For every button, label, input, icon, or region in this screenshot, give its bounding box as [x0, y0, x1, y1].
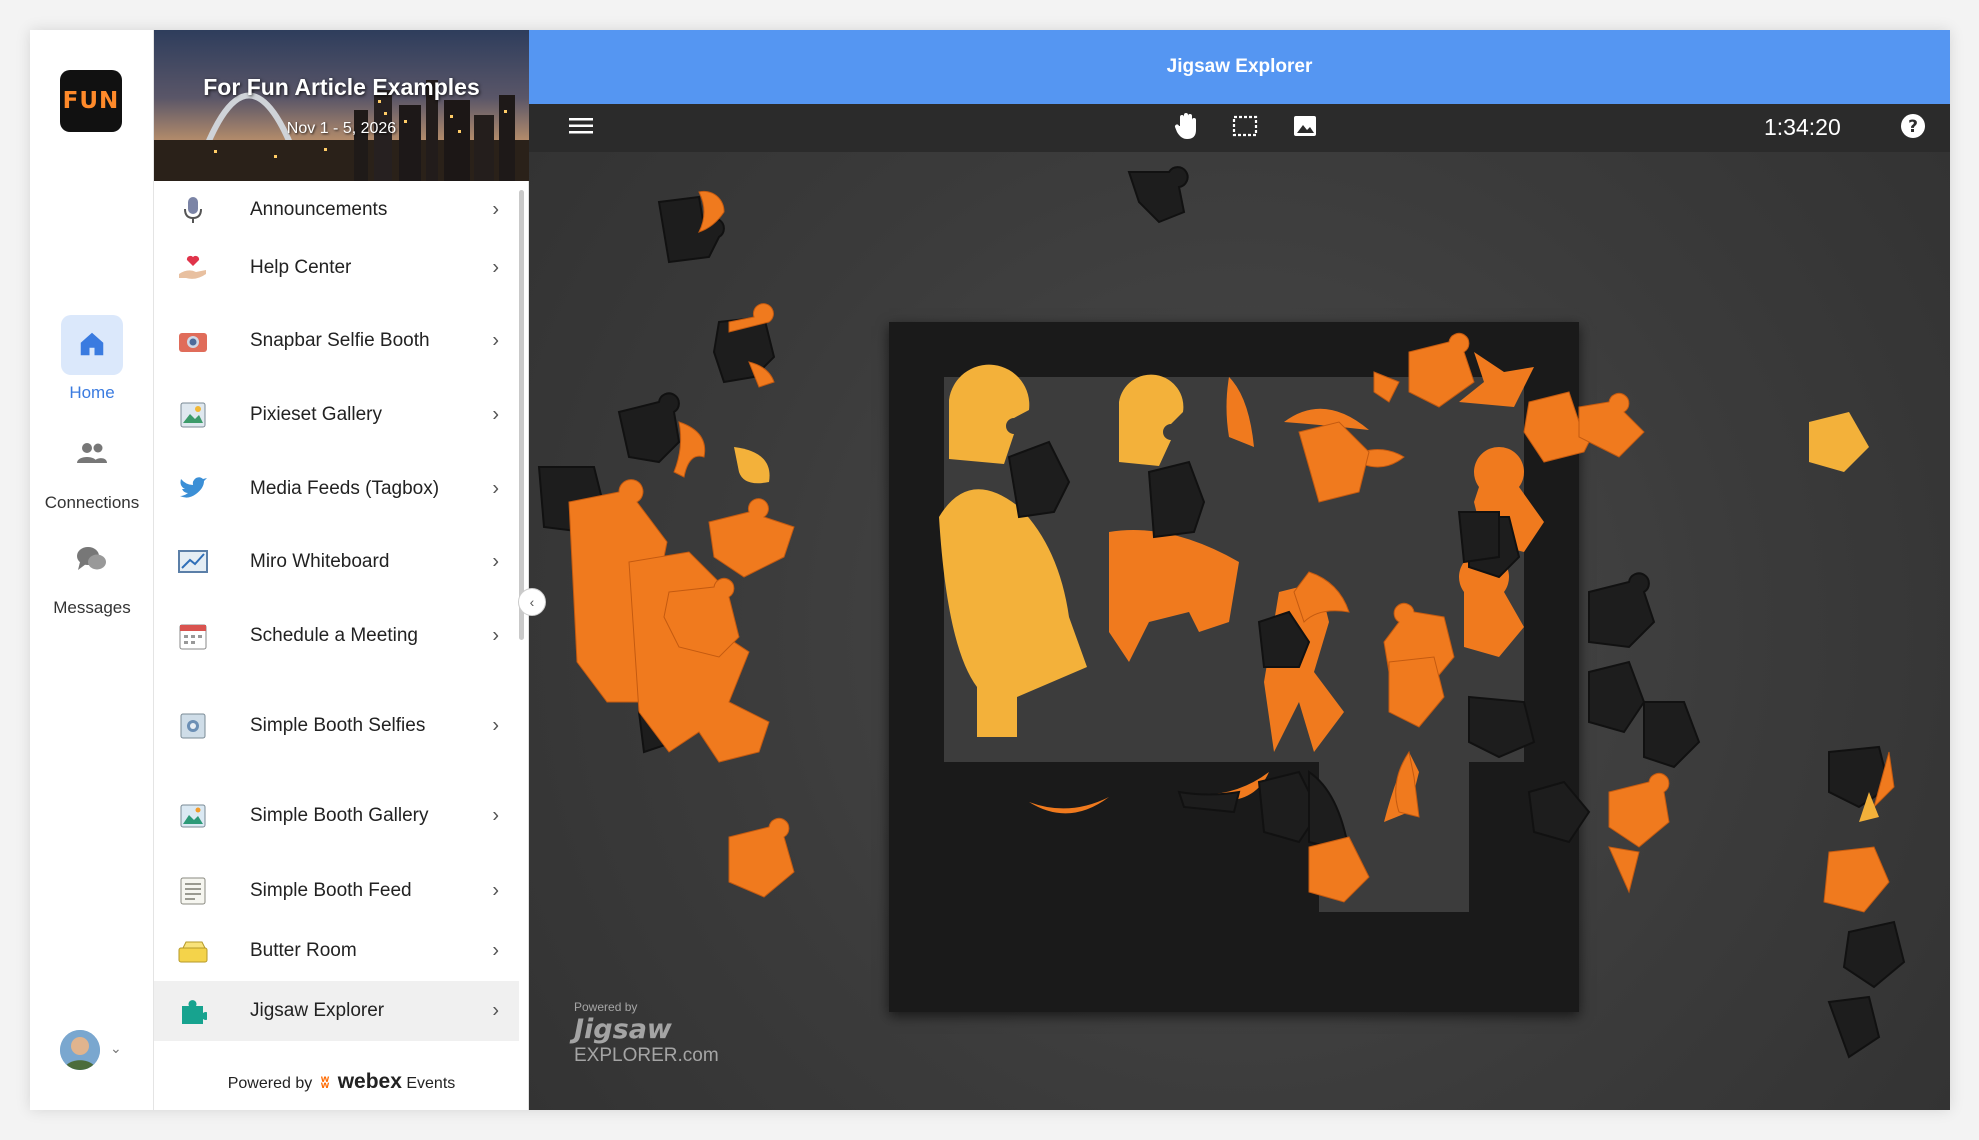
feed-icon	[176, 874, 210, 908]
pan-button[interactable]	[1171, 112, 1203, 144]
chevron-right-icon: ›	[492, 624, 499, 647]
help-question-icon: ?	[1900, 113, 1926, 144]
sidebar-scrollbar[interactable]	[519, 190, 524, 640]
sidebar-item-label: Jigsaw Explorer	[250, 1000, 385, 1021]
sidebar-item-label: Announcements	[250, 199, 388, 220]
rail-connections[interactable]: Connections	[30, 425, 154, 513]
sidebar-item-jigsaw-explorer[interactable]: Jigsaw Explorer ›	[154, 981, 519, 1041]
sidebar-item-simple-booth-gallery[interactable]: Simple Booth Gallery ›	[154, 771, 519, 861]
chevron-right-icon: ›	[492, 550, 499, 573]
image-icon	[1293, 115, 1317, 142]
gallery-icon	[176, 398, 210, 432]
chevron-right-icon: ›	[492, 804, 499, 827]
event-logo[interactable]: FUN	[60, 70, 122, 132]
photo-icon	[176, 709, 210, 743]
sidebar-item-help-center[interactable]: Help Center ›	[154, 239, 519, 297]
rail-messages-label: Messages	[53, 598, 131, 617]
sidebar-item-label: Media Feeds (Tagbox)	[250, 478, 440, 499]
hand-icon	[1174, 112, 1200, 145]
left-rail: FUN Home Connections Messages ⌄	[30, 30, 154, 1110]
chevron-right-icon: ›	[492, 256, 499, 279]
event-dates: Nov 1 - 5, 2026	[286, 120, 397, 137]
sidebar-item-snapbar[interactable]: Snapbar Selfie Booth ›	[154, 297, 519, 385]
sidebar-item-label: Pixieset Gallery	[250, 404, 382, 425]
watermark-site: EXPLORER.com	[574, 1045, 719, 1066]
sidebar-item-schedule-meeting[interactable]: Schedule a Meeting ›	[154, 591, 519, 681]
sidebar-item-butter-room[interactable]: Butter Room ›	[154, 921, 519, 981]
puzzle-icon	[176, 994, 210, 1028]
event-sidebar: For Fun Article Examples Nov 1 - 5, 2026…	[154, 30, 529, 1110]
chevron-right-icon: ›	[492, 403, 499, 426]
puzzle-toolbar: 1:34:20 ?	[529, 104, 1950, 152]
sidebar-item-simple-booth-feed[interactable]: Simple Booth Feed ›	[154, 861, 519, 921]
sidebar-item-label: Snapbar Selfie Booth	[250, 330, 430, 351]
chevron-right-icon: ›	[492, 879, 499, 902]
sidebar-item-label: Schedule a Meeting	[250, 625, 418, 646]
microphone-icon	[176, 193, 210, 227]
watermark-brand: Jigsaw	[574, 1014, 672, 1045]
rail-home-label: Home	[69, 383, 115, 402]
whiteboard-icon	[176, 545, 210, 579]
sidebar-item-label: Help Center	[250, 257, 352, 278]
sidebar-item-pixieset[interactable]: Pixieset Gallery ›	[154, 385, 519, 445]
powered-by-footer: Powered by ʬ webex Events	[154, 1070, 529, 1094]
chevron-down-icon[interactable]: ⌄	[110, 1040, 122, 1057]
select-area-button[interactable]	[1229, 112, 1261, 144]
event-title: For Fun Article Examples	[203, 74, 480, 100]
sidebar-item-media-feeds[interactable]: Media Feeds (Tagbox) ›	[154, 445, 519, 533]
puzzle-pieces	[537, 166, 1906, 1059]
sidebar-item-label: Miro Whiteboard	[250, 551, 390, 572]
chevron-right-icon: ›	[492, 477, 499, 500]
heart-hand-icon	[176, 251, 210, 285]
jigsaw-main: Jigsaw Explorer 1:34:20 ? Powered by Jig…	[529, 30, 1950, 1110]
menu-button[interactable]	[565, 112, 597, 144]
chat-bubbles-icon	[61, 530, 123, 590]
sidebar-item-label: Simple Booth Feed	[250, 880, 412, 901]
show-image-button[interactable]	[1289, 112, 1321, 144]
calendar-icon	[176, 619, 210, 653]
camera-icon	[176, 324, 210, 358]
svg-text:?: ?	[1908, 117, 1918, 137]
sidebar-menu: Announcements › Help Center › Snapbar Se…	[154, 181, 519, 1041]
chevron-right-icon: ›	[492, 198, 499, 221]
sidebar-item-simple-booth-selfies[interactable]: Simple Booth Selfies ›	[154, 681, 519, 771]
page-title: Jigsaw Explorer	[529, 30, 1950, 104]
chevron-left-icon: ‹	[529, 594, 535, 610]
chevron-right-icon: ›	[492, 999, 499, 1022]
puzzle-board[interactable]: Powered by Jigsaw EXPLORER.com	[529, 152, 1950, 1110]
user-avatar[interactable]	[60, 1030, 100, 1070]
sidebar-item-label: Simple Booth Gallery	[250, 805, 429, 826]
home-icon	[61, 315, 123, 375]
sidebar-item-label: Simple Booth Selfies	[250, 715, 426, 736]
landscape-icon	[176, 799, 210, 833]
sidebar-item-announcements[interactable]: Announcements ›	[154, 181, 519, 239]
chevron-right-icon: ›	[492, 714, 499, 737]
chevron-right-icon: ›	[492, 329, 499, 352]
watermark-powered-by: Powered by	[574, 1000, 638, 1014]
rail-messages[interactable]: Messages	[30, 530, 154, 618]
sidebar-item-miro[interactable]: Miro Whiteboard ›	[154, 533, 519, 591]
jigsaw-explorer-watermark[interactable]: Powered by Jigsaw EXPLORER.com	[574, 1000, 719, 1067]
sidebar-item-label: Butter Room	[250, 940, 357, 961]
city-skyline-image	[154, 80, 529, 181]
twitter-bird-icon	[176, 472, 210, 506]
hamburger-menu-icon	[569, 117, 593, 140]
collapse-sidebar-button[interactable]: ‹	[518, 588, 546, 616]
chevron-right-icon: ›	[492, 939, 499, 962]
app-window: FUN Home Connections Messages ⌄ For Fun …	[30, 30, 1950, 1110]
powered-by-brand: webex	[337, 1070, 402, 1093]
webex-logo-icon: ʬ	[320, 1075, 330, 1092]
rail-home[interactable]: Home	[30, 315, 154, 403]
rail-connections-label: Connections	[44, 493, 140, 512]
people-icon	[61, 425, 123, 485]
help-button[interactable]: ?	[1897, 112, 1929, 144]
puzzle-timer: 1:34:20	[1764, 114, 1841, 140]
butter-icon	[176, 934, 210, 968]
event-banner: For Fun Article Examples Nov 1 - 5, 2026	[154, 30, 529, 181]
powered-by-prefix: Powered by	[227, 1075, 313, 1092]
powered-by-suffix: Events	[406, 1075, 456, 1092]
selection-box-icon	[1232, 115, 1258, 142]
